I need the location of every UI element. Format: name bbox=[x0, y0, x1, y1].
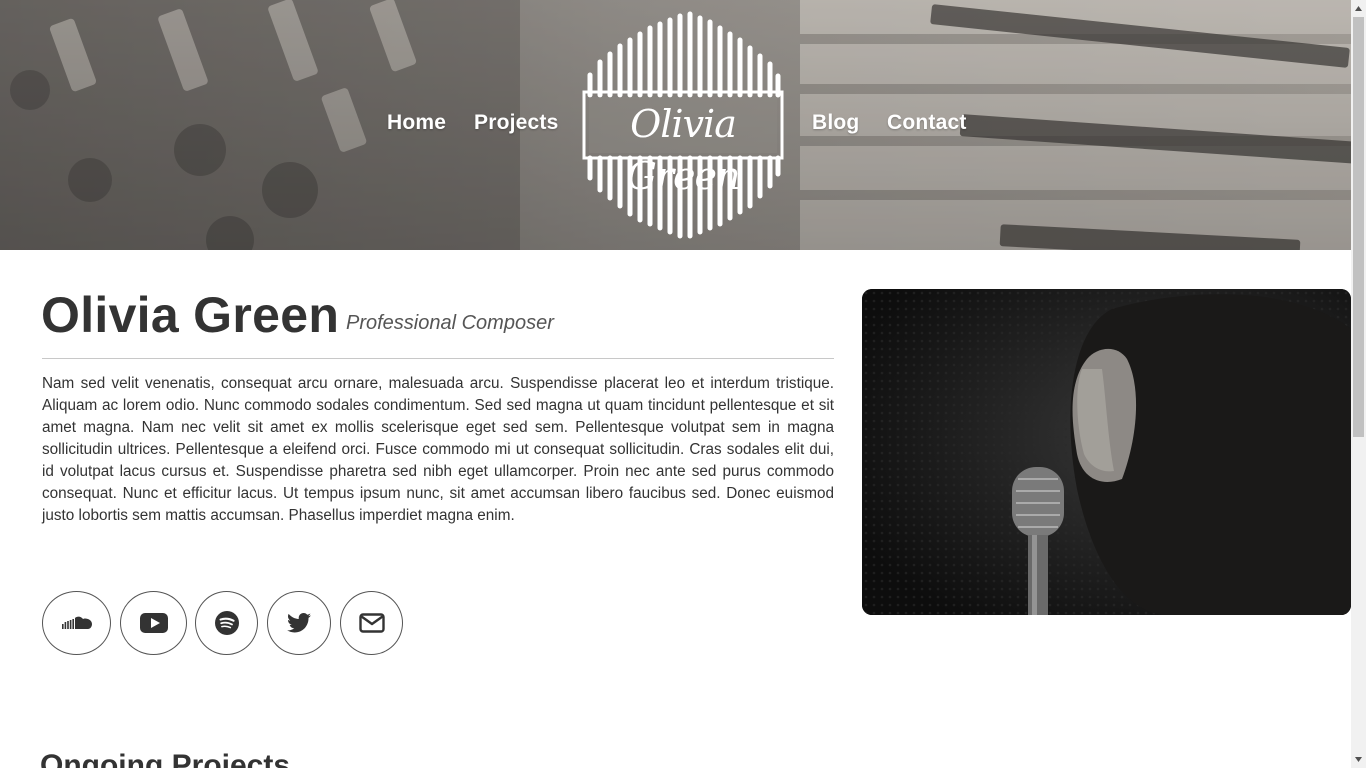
profile-bio: Nam sed velit venenatis, consequat arcu … bbox=[42, 375, 834, 524]
profile-photo bbox=[862, 289, 1351, 615]
scrollbar-thumb[interactable] bbox=[1353, 17, 1364, 437]
soundcloud-icon bbox=[61, 616, 92, 629]
nav-home-link[interactable]: Home bbox=[387, 111, 446, 135]
nav-projects-link[interactable]: Projects bbox=[474, 111, 558, 135]
scroll-up-arrow-icon[interactable] bbox=[1351, 0, 1366, 17]
youtube-icon bbox=[139, 613, 168, 633]
email-icon bbox=[358, 613, 385, 633]
ongoing-projects-heading: Ongoing Projects bbox=[40, 749, 291, 768]
soundcloud-button[interactable] bbox=[42, 591, 111, 655]
logo-wordmark: Olivia Green bbox=[626, 102, 741, 198]
title-divider bbox=[42, 358, 834, 359]
scroll-down-arrow-icon[interactable] bbox=[1351, 751, 1366, 768]
youtube-button[interactable] bbox=[120, 591, 187, 655]
email-button[interactable] bbox=[340, 591, 403, 655]
spotify-button[interactable] bbox=[195, 591, 258, 655]
twitter-button[interactable] bbox=[267, 591, 331, 655]
twitter-icon bbox=[287, 613, 311, 633]
hero-header: Home Projects Olivia Green Blog Contact bbox=[0, 0, 1351, 250]
singer-with-microphone-image bbox=[862, 289, 1351, 615]
nav-contact-link[interactable]: Contact bbox=[887, 111, 967, 135]
nav-blog-link[interactable]: Blog bbox=[812, 111, 859, 135]
spotify-icon bbox=[214, 611, 239, 635]
profile-name: Olivia Green bbox=[41, 287, 340, 343]
profile-subtitle: Professional Composer bbox=[346, 312, 554, 334]
page-scrollbar[interactable] bbox=[1351, 0, 1366, 768]
